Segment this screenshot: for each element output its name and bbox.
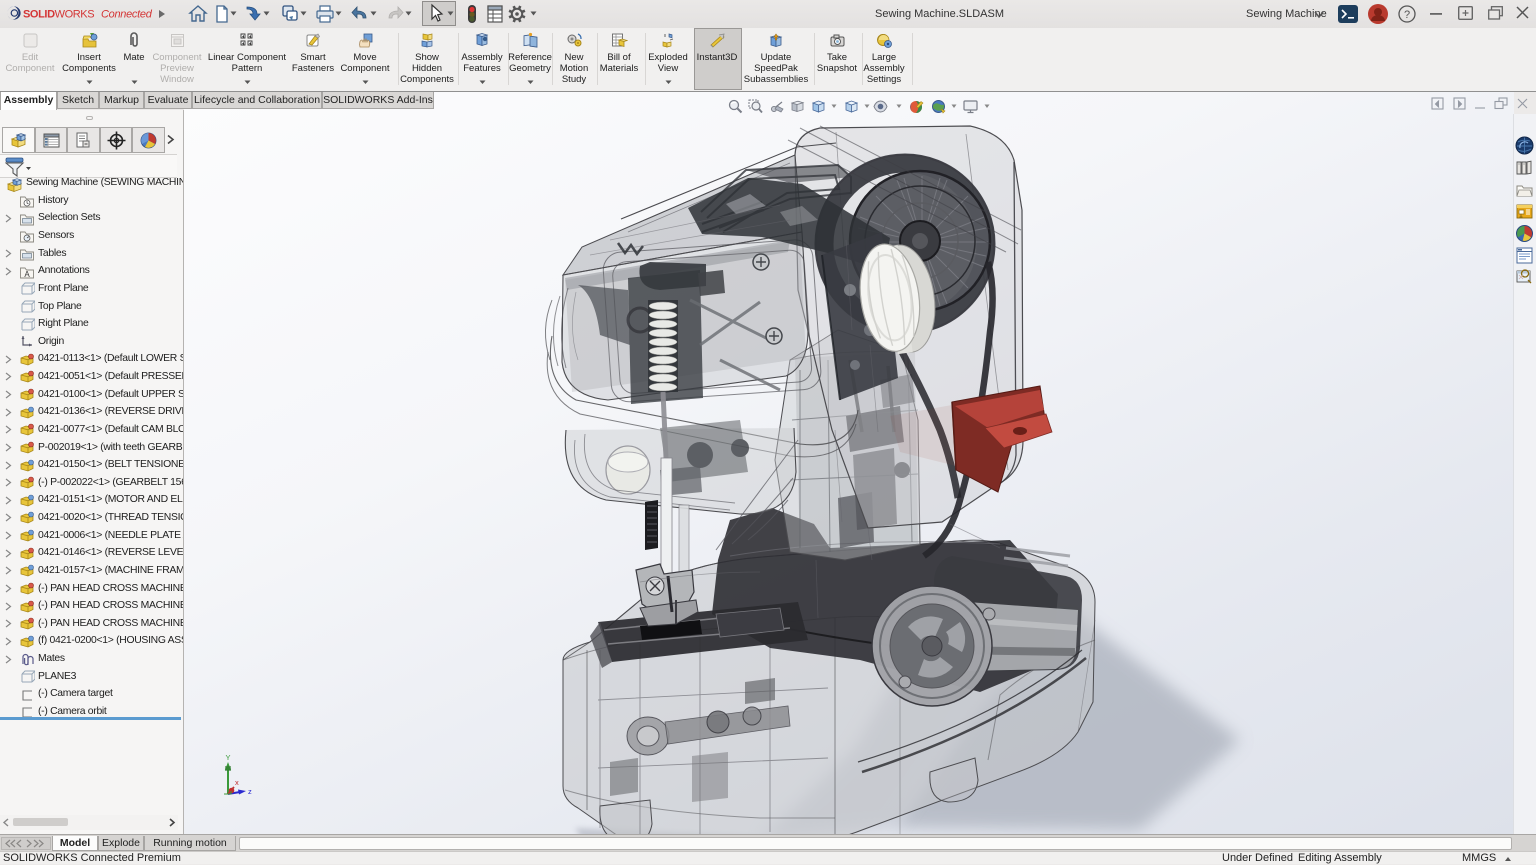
svg-text:SOLIDWORKS: SOLIDWORKS	[23, 9, 94, 21]
svg-text:A: A	[24, 270, 30, 279]
svg-text:z: z	[248, 787, 252, 796]
svg-text:Y: Y	[226, 753, 231, 762]
svg-text:Connected: Connected	[101, 9, 153, 21]
svg-text:?: ?	[1404, 9, 1410, 21]
svg-text:x: x	[235, 778, 239, 787]
